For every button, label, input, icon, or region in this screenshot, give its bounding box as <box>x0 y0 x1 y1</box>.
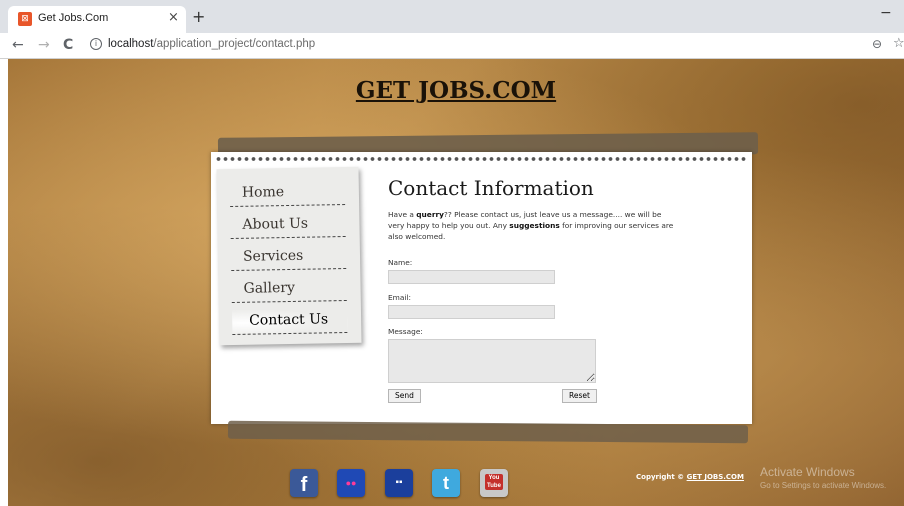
sidebar-item-about-us[interactable]: About Us <box>230 209 346 240</box>
copyright-text: Copyright © GET JOBS.COM <box>636 473 744 481</box>
copyright-link[interactable]: GET JOBS.COM <box>687 473 744 481</box>
paper-perforation <box>215 155 748 163</box>
site-favicon-icon: ⊠ <box>18 12 32 26</box>
watermark-line2: Go to Settings to activate Windows. <box>760 481 887 490</box>
tab-title: Get Jobs.Com <box>38 12 109 24</box>
forward-button[interactable]: → <box>38 37 50 53</box>
twitter-icon[interactable]: t <box>432 469 460 497</box>
page-background: GET JOBS.COM Home About Us Services Gall… <box>8 59 904 506</box>
sidebar-item-label: Contact Us <box>248 311 329 329</box>
message-label: Message: <box>388 327 423 336</box>
intro-text: Have a querry?? Please contact us, just … <box>388 209 678 242</box>
decorative-tape-bottom <box>227 420 749 444</box>
message-textarea[interactable] <box>388 339 596 383</box>
sidebar-item-label: Home <box>241 184 285 201</box>
youtube-icon[interactable]: You Tube <box>480 469 508 497</box>
watermark-line1: Activate Windows <box>760 465 855 479</box>
facebook-icon[interactable]: f <box>290 469 318 497</box>
intro-text-part: Have a <box>388 210 417 219</box>
copyright-prefix: Copyright © <box>636 473 687 481</box>
intro-bold-suggestions: suggestions <box>509 221 560 230</box>
url-field[interactable]: localhost/application_project/contact.ph… <box>108 38 315 50</box>
send-button[interactable]: Send <box>388 389 421 403</box>
minimize-window-button[interactable]: − <box>880 5 892 21</box>
myspace-glyph: ▪▪ <box>395 477 403 488</box>
page-title: Contact Information <box>388 176 594 200</box>
email-label: Email: <box>388 293 411 302</box>
sidebar-menu: Home About Us Services Gallery Contact U… <box>216 166 362 346</box>
activate-windows-watermark: Activate Windows Go to Settings to activ… <box>760 465 886 490</box>
bookmark-star-icon[interactable]: ☆ <box>893 36 904 51</box>
sidebar-item-services[interactable]: Services <box>230 241 347 272</box>
content-paper: Home About Us Services Gallery Contact U… <box>211 152 752 424</box>
sidebar-item-contact-us[interactable]: Contact Us <box>231 304 348 336</box>
site-info-icon[interactable]: i <box>90 38 102 50</box>
sidebar-item-gallery[interactable]: Gallery <box>231 273 347 304</box>
twitter-glyph: t <box>443 473 449 493</box>
tab-close-icon[interactable]: × <box>168 10 179 25</box>
sidebar-item-home[interactable]: Home <box>229 177 346 208</box>
flickr-icon[interactable]: ●● <box>337 469 365 497</box>
zoom-icon[interactable]: ⊖ <box>872 37 882 51</box>
browser-tab-bar: ⊠ Get Jobs.Com × + − <box>0 0 904 33</box>
sidebar-item-label: Gallery <box>243 279 296 297</box>
email-field[interactable] <box>388 305 555 319</box>
flickr-glyph: ●● <box>345 478 357 488</box>
url-host: localhost <box>108 38 154 50</box>
intro-bold-querry: querry <box>416 210 444 219</box>
facebook-glyph: f <box>300 474 308 496</box>
name-label: Name: <box>388 258 413 267</box>
name-field[interactable] <box>388 270 555 284</box>
site-title[interactable]: GET JOBS.COM <box>8 77 904 104</box>
url-path: /application_project/contact.php <box>153 38 316 50</box>
reset-button[interactable]: Reset <box>562 389 597 403</box>
new-tab-button[interactable]: + <box>192 7 205 26</box>
back-button[interactable]: ← <box>12 37 24 53</box>
sidebar-item-label: Services <box>242 247 304 265</box>
sidebar-item-label: About Us <box>242 215 309 233</box>
reload-button[interactable]: C <box>63 37 73 53</box>
browser-address-bar: ← → C i localhost/application_project/co… <box>0 33 904 59</box>
youtube-glyph: You Tube <box>485 474 503 490</box>
browser-tab[interactable]: ⊠ Get Jobs.Com × <box>8 6 186 33</box>
myspace-icon[interactable]: ▪▪ <box>385 469 413 497</box>
